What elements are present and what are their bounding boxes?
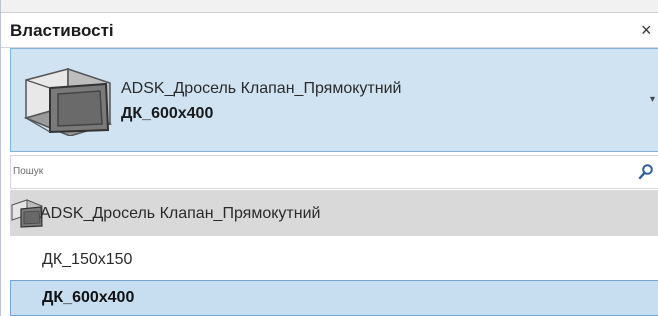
- top-strip: [1, 0, 658, 13]
- search-bar: [10, 155, 658, 189]
- family-label: ADSK_Дросель Клапан_Прямокутний: [40, 205, 321, 222]
- damper-3d-icon: [23, 67, 113, 136]
- type-family-name: ADSK_Дросель Клапан_Прямокутний: [121, 80, 402, 97]
- properties-panel: Властивості × ADSK_Дросель Клапан_Прямок…: [0, 0, 658, 316]
- search-icon[interactable]: [638, 163, 654, 181]
- panel-title: Властивості: [10, 21, 114, 40]
- panel-header: Властивості ×: [1, 13, 658, 48]
- search-input[interactable]: [13, 161, 613, 181]
- type-row-150x150[interactable]: ДК_150x150: [10, 242, 658, 278]
- damper-3d-icon: [11, 199, 43, 228]
- type-list: ADSK_Дросель Клапан_Прямокутний ДК_150x1…: [10, 190, 658, 316]
- type-name: ДК_600x400: [121, 105, 214, 122]
- type-selector[interactable]: ADSK_Дросель Клапан_Прямокутний ДК_600x4…: [10, 48, 658, 152]
- family-row[interactable]: ADSK_Дросель Клапан_Прямокутний: [10, 190, 658, 236]
- type-row-label: ДК_150x150: [42, 251, 133, 268]
- close-button[interactable]: ×: [641, 19, 658, 41]
- dropdown-arrow-icon[interactable]: ▾: [650, 94, 658, 105]
- type-row-label: ДК_600x400: [42, 289, 135, 306]
- type-row-600x400[interactable]: ДК_600x400: [10, 280, 658, 316]
